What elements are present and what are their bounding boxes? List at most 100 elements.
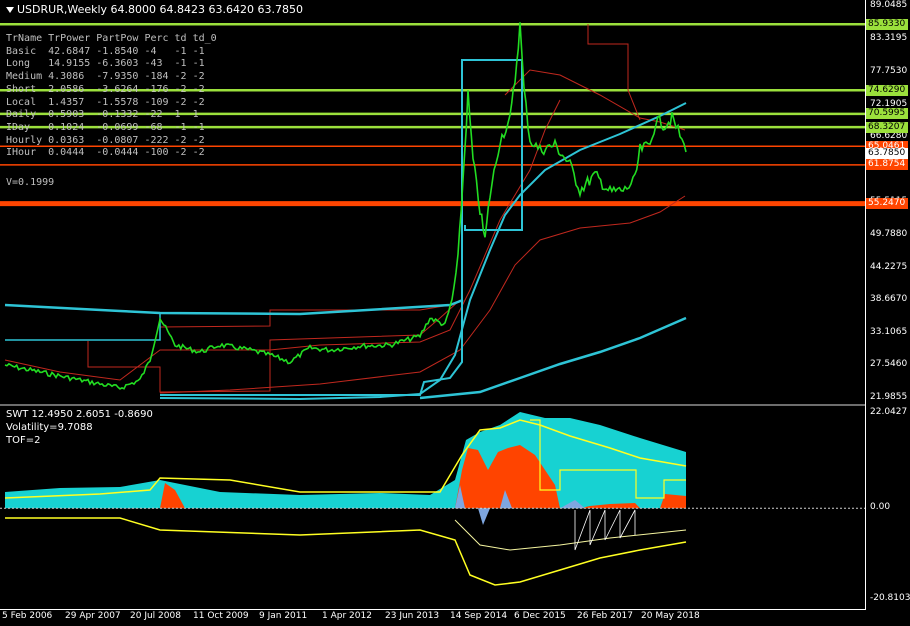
- indicator-tof-label: TOF=2: [6, 435, 41, 446]
- indicator-axis-label: 0.00: [870, 502, 891, 513]
- table-cell: -2: [192, 147, 205, 159]
- table-cell: -22: [144, 109, 163, 121]
- table-cell: 0.5903: [48, 109, 85, 121]
- table-row: Basic 42.6847 -1.8540 -4 -1 -1: [6, 46, 223, 59]
- date-axis-label: 20 May 2018: [641, 611, 700, 621]
- table-cell: -1: [174, 58, 187, 70]
- date-axis-label: 9 Jan 2011: [259, 611, 308, 621]
- table-header: Perc: [144, 33, 169, 44]
- table-cell: 0.0363: [48, 134, 85, 146]
- price-level-tag: 68.3207: [866, 121, 908, 133]
- table-cell: -7.9350: [96, 71, 139, 83]
- indicator-axis-label: 22.0427: [870, 407, 908, 417]
- price-axis-label: 38.6670: [870, 294, 908, 305]
- table-row: Medium 4.3086 -7.9350 -184 -2 -2: [6, 71, 223, 84]
- table-cell: -1: [192, 121, 205, 133]
- price-axis-label: 33.1065: [870, 326, 908, 337]
- date-axis-label: 14 Sep 2014: [450, 611, 508, 621]
- chart-title-text: USDRUR,Weekly 64.8000 64.8423 63.6420 63…: [17, 3, 303, 16]
- table-row: Short 2.0586 -3.6264 -176 -2 -2: [6, 84, 223, 97]
- table-cell: 1: [174, 109, 181, 121]
- indicator-white-spikes: [574, 509, 636, 551]
- trpower-table: TrName TrPower PartPow Perc td td_0 Basi…: [6, 33, 223, 160]
- table-cell: -2: [192, 71, 205, 83]
- date-axis-label: 26 Feb 2017: [577, 611, 634, 621]
- price-level-tag: 55.2470: [866, 198, 908, 210]
- date-axis-label: 29 Apr 2007: [65, 611, 121, 621]
- table-cell: Daily: [6, 109, 37, 121]
- price-axis-label: 49.7880: [870, 229, 908, 240]
- table-cell: 4.3086: [48, 71, 85, 83]
- table-cell: -100: [144, 147, 169, 159]
- cyan-long-trend: [419, 316, 687, 400]
- price-axis-label: 77.7530: [870, 66, 908, 77]
- table-cell: -2: [174, 147, 187, 159]
- collapse-triangle-icon[interactable]: [6, 7, 14, 13]
- table-cell: -2: [174, 71, 187, 83]
- date-axis-label: 5 Feb 2006: [2, 611, 53, 621]
- price-axis-label: 44.2275: [870, 261, 908, 272]
- cyan-trend-line: [159, 102, 687, 401]
- time-axis-line: [0, 609, 866, 610]
- table-cell: -222: [144, 134, 169, 146]
- price-level-tag: 70.5995: [866, 108, 908, 120]
- table-header: TrPower: [48, 33, 91, 44]
- indicator-yellow-lower: [5, 517, 687, 586]
- table-cell: IDay: [6, 121, 31, 133]
- table-cell: -1: [174, 45, 187, 57]
- table-cell: -176: [144, 83, 169, 95]
- v-value: V=0.1999: [6, 177, 55, 188]
- table-header: td_0: [192, 33, 217, 44]
- table-cell: -43: [144, 58, 163, 70]
- table-cell: IHour: [6, 147, 37, 159]
- table-header: TrName: [6, 33, 43, 44]
- table-cell: Basic: [6, 45, 37, 57]
- indicator-swt-label: SWT 12.4950 2.6051 -0.8690: [6, 409, 153, 420]
- table-cell: -184: [144, 71, 169, 83]
- table-cell: -2: [192, 83, 205, 95]
- table-row: IHour 0.0444 -0.0444 -100 -2 -2: [6, 147, 223, 160]
- table-row: Long 14.9155 -6.3603 -43 -1 -1: [6, 58, 223, 71]
- price-axis-label: 21.9855: [870, 392, 908, 402]
- price-axis-label: 72.1905: [870, 98, 908, 109]
- table-cell: -1: [192, 58, 205, 70]
- table-cell: -0.0444: [96, 147, 139, 159]
- indicator-axis-label: -20.8103: [870, 593, 910, 603]
- envelope-red-3: [504, 69, 686, 131]
- table-cell: -109: [144, 96, 169, 108]
- cyan-upper-channel: [4, 298, 464, 316]
- table-cell: -68: [144, 121, 163, 133]
- cyan-lower-channel: [5, 313, 161, 341]
- table-cell: -0.0699: [96, 121, 139, 133]
- table-cell: 0.0444: [48, 147, 85, 159]
- table-cell: Hourly: [6, 134, 43, 146]
- table-cell: 14.9155: [48, 58, 91, 70]
- table-cell: 0.1024: [48, 121, 85, 133]
- table-header: PartPow: [96, 33, 139, 44]
- table-header: td: [174, 33, 187, 44]
- table-cell: -1: [174, 121, 187, 133]
- indicator-blue-fill: [478, 508, 490, 525]
- panel-separator[interactable]: [0, 404, 866, 406]
- price-axis-label: 27.5460: [870, 359, 908, 370]
- date-axis-label: 20 Jul 2008: [130, 611, 181, 621]
- table-cell: 1.4357: [48, 96, 85, 108]
- table-row: IDay 0.1024 -0.0699 -68 -1 -1: [6, 122, 223, 135]
- price-level-tag: 85.9330: [866, 18, 908, 30]
- table-cell: -2: [174, 96, 187, 108]
- table-cell: Local: [6, 96, 37, 108]
- table-cell: Long: [6, 58, 31, 70]
- table-cell: -1.8540: [96, 45, 139, 57]
- resistance-red-step: [587, 24, 641, 121]
- table-cell: Short: [6, 83, 37, 95]
- table-row: Daily 0.5903 -0.1332 -22 1 1: [6, 109, 223, 122]
- table-cell: Medium: [6, 71, 43, 83]
- price-level-tag: 63.7850: [866, 148, 908, 160]
- table-cell: -2: [192, 96, 205, 108]
- trpower-header-row: TrName TrPower PartPow Perc td td_0: [6, 33, 223, 46]
- date-axis-label: 1 Apr 2012: [322, 611, 372, 621]
- price-axis-label: 89.0485: [870, 0, 908, 10]
- table-cell: -2: [174, 134, 187, 146]
- table-row: Hourly 0.0363 -0.0807 -222 -2 -2: [6, 135, 223, 148]
- chart-title[interactable]: USDRUR,Weekly 64.8000 64.8423 63.6420 63…: [6, 3, 303, 16]
